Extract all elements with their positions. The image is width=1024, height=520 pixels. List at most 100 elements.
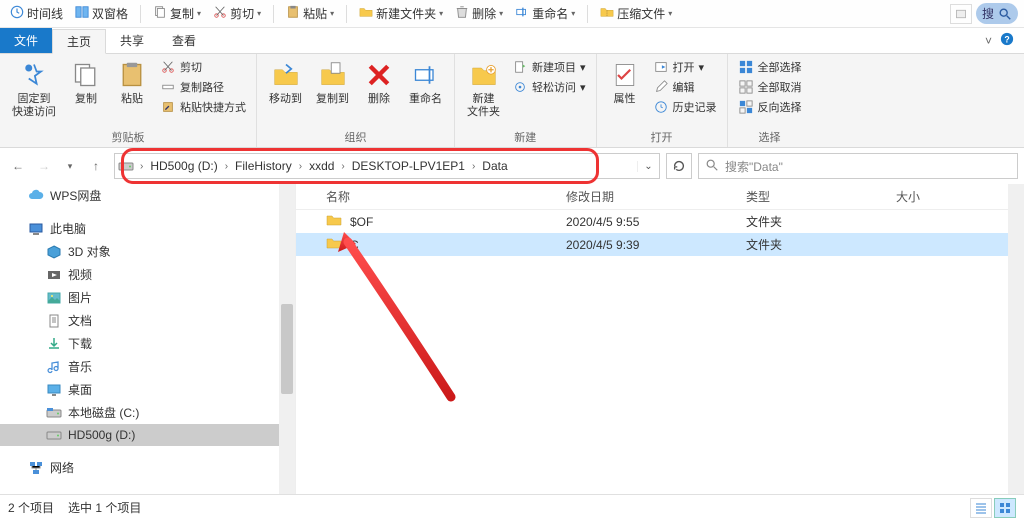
history-button[interactable]: 历史记录 (649, 98, 721, 116)
tab-home[interactable]: 主页 (52, 29, 106, 54)
delete-button[interactable]: 删除 (357, 56, 401, 106)
col-name[interactable]: 名称 (296, 188, 566, 205)
col-date[interactable]: 修改日期 (566, 188, 746, 205)
crumb-0[interactable]: HD500g (D:) (146, 159, 221, 173)
paste-icon (286, 5, 300, 22)
col-type[interactable]: 类型 (746, 188, 896, 205)
invert-selection-button[interactable]: 反向选择 (734, 98, 806, 116)
forward-button[interactable]: → (32, 154, 56, 178)
edit-button[interactable]: 编辑 (649, 78, 721, 96)
history-icon (653, 99, 669, 115)
qat-rename[interactable]: 重命名▾ (511, 3, 579, 24)
new-folder-button[interactable]: 新建 文件夹 (461, 56, 506, 119)
qat-delete[interactable]: 删除▾ (451, 3, 507, 24)
navigation-pane[interactable]: WPS网盘 此电脑 3D 对象 视频 图片 文档 下载 音乐 桌面 本地磁盘 (… (0, 184, 296, 514)
select-none-button[interactable]: 全部取消 (734, 78, 806, 96)
tab-share[interactable]: 共享 (106, 28, 158, 53)
qat-paste[interactable]: 粘贴▾ (282, 3, 338, 24)
select-none-icon (738, 79, 754, 95)
new-item-button[interactable]: 新建项目 ▾ (508, 58, 590, 76)
chevron-right-icon[interactable]: › (222, 161, 231, 172)
chevron-down-icon[interactable]: ˅ (985, 34, 992, 48)
sidebar-local-c[interactable]: 本地磁盘 (C:) (0, 401, 295, 424)
up-button[interactable]: ↑ (84, 154, 108, 178)
crumb-4[interactable]: Data (478, 159, 511, 173)
sidebar-this-pc[interactable]: 此电脑 (0, 217, 295, 240)
separator (273, 5, 274, 23)
folder-small-icon[interactable] (950, 4, 972, 24)
ribbon-group-organize: 移动到 复制到 删除 重命名 组织 (257, 54, 455, 147)
network-icon (28, 460, 44, 476)
chevron-right-icon[interactable]: › (469, 161, 478, 172)
sidebar-label: 下载 (68, 335, 92, 352)
sidebar-scrollbar[interactable] (279, 184, 295, 514)
sidebar-label: 文档 (68, 312, 92, 329)
col-size[interactable]: 大小 (896, 188, 1024, 205)
scissors-icon (213, 5, 227, 22)
copy-path-button[interactable]: 复制路径 (156, 78, 250, 96)
sidebar-downloads[interactable]: 下载 (0, 332, 295, 355)
pin-label: 固定到 快速访问 (12, 93, 56, 119)
open-button[interactable]: 打开 ▾ (649, 58, 721, 76)
refresh-button[interactable] (666, 153, 692, 179)
copy-to-icon (317, 59, 349, 91)
qat-timeline[interactable]: 时间线 (6, 3, 67, 24)
sidebar-documents[interactable]: 文档 (0, 309, 295, 332)
copy-to-button[interactable]: 复制到 (310, 56, 355, 106)
sidebar-videos[interactable]: 视频 (0, 263, 295, 286)
qat-search[interactable]: 搜 (976, 3, 1018, 24)
video-icon (46, 267, 62, 283)
chevron-right-icon[interactable]: › (338, 161, 347, 172)
sidebar-network[interactable]: 网络 (0, 456, 295, 479)
help-icon[interactable]: ? (1000, 32, 1014, 49)
qat-search-placeholder: 搜 (982, 5, 994, 22)
cut-button[interactable]: 剪切 (156, 58, 250, 76)
sidebar-hd500g[interactable]: HD500g (D:) (0, 424, 295, 446)
properties-button[interactable]: 属性 (603, 56, 647, 106)
copy-button[interactable]: 复制 (64, 56, 108, 106)
qat-dual-pane[interactable]: 双窗格 (71, 3, 132, 24)
sidebar-music[interactable]: 音乐 (0, 355, 295, 378)
back-button[interactable]: ← (6, 154, 30, 178)
qat-cut-label: 剪切 (230, 5, 254, 22)
chevron-right-icon[interactable]: › (137, 161, 146, 172)
qat-new-folder[interactable]: 新建文件夹▾ (355, 3, 447, 24)
tab-file[interactable]: 文件 (0, 28, 52, 53)
recent-button[interactable]: ▾ (58, 154, 82, 178)
group-select-title: 选择 (734, 129, 806, 147)
sidebar-label: 视频 (68, 266, 92, 283)
address-bar[interactable]: › HD500g (D:) › FileHistory › xxdd › DES… (114, 153, 660, 179)
svg-text:?: ? (1004, 35, 1009, 45)
tab-view[interactable]: 查看 (158, 28, 210, 53)
view-details-button[interactable] (970, 498, 992, 518)
crumb-label: xxdd (309, 159, 334, 173)
move-to-button[interactable]: 移动到 (263, 56, 308, 106)
sidebar-pictures[interactable]: 图片 (0, 286, 295, 309)
paste-button[interactable]: 粘贴 (110, 56, 154, 106)
easy-access-button[interactable]: 轻松访问 ▾ (508, 78, 590, 96)
qat-cut[interactable]: 剪切▾ (209, 3, 265, 24)
search-box[interactable]: 搜索"Data" (698, 153, 1018, 179)
chevron-right-icon[interactable]: › (296, 161, 305, 172)
crumb-1[interactable]: FileHistory (231, 159, 296, 173)
content-scrollbar[interactable] (1008, 184, 1024, 514)
file-row[interactable]: C 2020/4/5 9:39 文件夹 (296, 233, 1024, 256)
copy-path-label: 复制路径 (180, 79, 224, 95)
rename-button[interactable]: 重命名 (403, 56, 448, 106)
view-icons-button[interactable] (994, 498, 1016, 518)
qat-compress[interactable]: 压缩文件▾ (596, 3, 676, 24)
paste-shortcut-label: 粘贴快捷方式 (180, 99, 246, 115)
paste-shortcut-button[interactable]: 粘贴快捷方式 (156, 98, 250, 116)
move-to-label: 移动到 (269, 93, 302, 106)
address-dropdown[interactable]: ⌄ (637, 161, 659, 172)
invert-icon (738, 99, 754, 115)
crumb-3[interactable]: DESKTOP-LPV1EP1 (348, 159, 469, 173)
pin-quickaccess-button[interactable]: 固定到 快速访问 (6, 56, 62, 119)
sidebar-desktop[interactable]: 桌面 (0, 378, 295, 401)
sidebar-3d-objects[interactable]: 3D 对象 (0, 240, 295, 263)
file-row[interactable]: $OF 2020/4/5 9:55 文件夹 (296, 210, 1024, 233)
sidebar-wps[interactable]: WPS网盘 (0, 184, 295, 207)
qat-copy[interactable]: 复制▾ (149, 3, 205, 24)
select-all-button[interactable]: 全部选择 (734, 58, 806, 76)
crumb-2[interactable]: xxdd (305, 159, 338, 173)
